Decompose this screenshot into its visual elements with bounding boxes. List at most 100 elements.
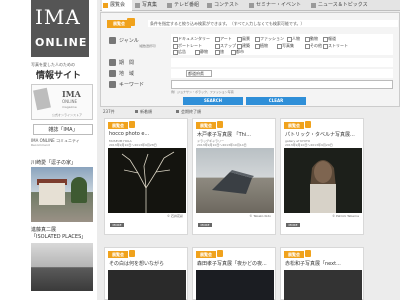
card-image[interactable]	[108, 148, 186, 213]
card-badge: 展覧会	[108, 251, 128, 258]
nav-tab-seminars[interactable]: セミナー・イベント	[248, 0, 308, 11]
card-title[interactable]: 森田孝子写真展「夜かどの夜...	[197, 260, 273, 267]
card-date: 2013年9月10日〜2013年10月14日	[197, 143, 247, 147]
nav-tab-contests[interactable]: コンテスト	[206, 0, 246, 11]
top-nav: 展覧会 写真集 テレビ番組 コンテスト セミナー・イベント ニュース＆トピックス	[100, 0, 400, 11]
card-badge: 展覧会	[196, 251, 216, 258]
magazine-link-button[interactable]: 雑誌「IMA」	[33, 124, 93, 135]
genre-checkbox[interactable]: 人物	[287, 36, 300, 42]
card-badge: 展覧会	[196, 122, 216, 129]
card-more-button[interactable]: MORE	[110, 223, 124, 227]
magazine-caption: 公式オンラインストア	[52, 113, 82, 117]
card-title[interactable]: その白は何を想いながら	[109, 260, 185, 267]
genre-checkbox[interactable]: アート	[215, 36, 232, 42]
exhibition-icon	[129, 121, 135, 128]
card-date: 2013年9月10日〜2013年9月28日	[109, 143, 157, 147]
keyword-icon	[109, 81, 116, 88]
card-date: 2013年9月10日〜2013年9月29日	[285, 143, 333, 147]
genre-checkbox[interactable]: 植物	[255, 43, 268, 49]
keyword-note: 例）ジョナサン・ポラック、ファッション写真	[171, 90, 234, 94]
exhibition-icon	[217, 121, 223, 128]
genre-label: ジャンル	[119, 38, 139, 44]
genre-checkbox[interactable]: 広告	[173, 49, 186, 55]
genre-checkbox[interactable]: 写真集	[277, 43, 294, 49]
nav-square-icon	[167, 3, 172, 8]
genre-checkbox[interactable]: その他	[305, 43, 322, 49]
genre-checkbox[interactable]: 動物	[305, 36, 318, 42]
genre-checkbox-group: ドキュメンタリー アート 風景 ファッション 人物 動物 報道 ポートレート ス…	[171, 34, 393, 55]
genre-checkbox[interactable]: 静物	[195, 49, 208, 55]
exhibition-card[interactable]: 展覧会 木戸孝子写真展 「Thi... ドラッグギャラリー 2013年9月10日…	[192, 118, 276, 235]
card-title[interactable]: パトリック・タベルナ写真展...	[285, 131, 361, 138]
magazine-title: IMA	[62, 89, 81, 99]
card-more-button[interactable]: MORE	[286, 223, 300, 227]
region-field: 都道府県	[171, 69, 393, 78]
search-button[interactable]: SEARCH	[183, 97, 243, 105]
recommend-item-image[interactable]	[31, 167, 93, 222]
card-more-button[interactable]: MORE	[198, 223, 212, 227]
logo-text-bottom: ONLINE	[35, 36, 88, 49]
nav-tab-exhibitions[interactable]: 展覧会	[102, 0, 132, 11]
card-title[interactable]: 木戸孝子写真展 「Thi...	[197, 131, 273, 138]
card-image[interactable]	[284, 270, 362, 300]
genre-checkbox[interactable]: 旅	[215, 49, 224, 55]
magazine-cover-image	[33, 87, 51, 111]
clear-button[interactable]: CLEAR	[246, 97, 306, 105]
nav-tab-photobooks[interactable]: 写真集	[134, 0, 164, 11]
genre-checkbox[interactable]: 風景	[237, 36, 250, 42]
recommend-item-title[interactable]: 川崎愛「逗子の家」	[31, 159, 76, 166]
card-credit: © Takako Kido	[249, 214, 271, 218]
period-input[interactable]	[171, 58, 393, 67]
search-panel: 展覧会 条件を指定すると絞り込み検索ができます。（すべて入力しなくても検索可能で…	[100, 12, 400, 107]
magazine-banner[interactable]: IMA ONLINE magazine 公式オンラインストア	[31, 84, 93, 120]
period-label: 期 間	[119, 60, 135, 66]
magazine-sub: ONLINE	[62, 99, 78, 104]
card-badge: 展覧会	[284, 122, 304, 129]
nav-tab-news[interactable]: ニュース＆トピックス	[310, 0, 398, 11]
card-credit: © 石井花彩	[167, 214, 183, 218]
exhibition-card[interactable]: 展覧会 赤松和子写真展「next...	[280, 247, 364, 300]
card-title[interactable]: 赤松和子写真展「next...	[285, 260, 361, 267]
keyword-input[interactable]	[171, 80, 393, 89]
card-badge: 展覧会	[284, 251, 304, 258]
exhibition-card[interactable]: 展覧会 パトリック・タベルナ写真展... gallery ef KYOTO 20…	[280, 118, 364, 235]
card-image[interactable]	[108, 270, 186, 300]
nav-square-icon	[135, 3, 140, 8]
genre-sublabel: （複数選択可）	[137, 44, 159, 48]
site-logo[interactable]: IMA ONLINE	[31, 0, 89, 57]
nav-square-icon	[103, 3, 108, 8]
sort-ending-link[interactable]: 会期終了順	[176, 108, 201, 116]
exhibition-card[interactable]: 展覧会 hocco photo e... MUSEUM HOLA 2013年9月…	[104, 118, 188, 235]
nav-tab-tv[interactable]: テレビ番組	[166, 0, 204, 11]
calendar-icon	[109, 59, 116, 66]
recommend-item-title[interactable]: 進藤真二展	[31, 226, 56, 233]
genre-checkbox[interactable]: ファッション	[255, 36, 284, 42]
keyword-label: キーワード	[119, 82, 145, 88]
location-icon	[109, 70, 116, 77]
region-select[interactable]: 都道府県	[186, 70, 212, 77]
sort-newest-link[interactable]: 新着順	[135, 108, 152, 116]
exhibition-icon	[217, 250, 223, 257]
recommend-item-subtitle[interactable]: 「ISOLATED PLACES」	[31, 233, 86, 240]
genre-icon	[109, 37, 116, 44]
card-title[interactable]: hocco photo e...	[109, 131, 185, 137]
exhibition-card[interactable]: 展覧会 その白は何を想いながら	[104, 247, 188, 300]
genre-checkbox[interactable]: 報道	[323, 36, 336, 42]
magazine-note: magazine	[62, 105, 77, 109]
card-image[interactable]	[284, 148, 362, 213]
recommend-item-image[interactable]	[31, 243, 93, 291]
nav-square-icon	[311, 3, 316, 8]
card-image[interactable]	[196, 148, 274, 213]
genre-checkbox[interactable]: ストリート	[323, 43, 348, 49]
nav-square-icon	[249, 3, 254, 8]
recommend-label: Recommend	[31, 143, 50, 147]
logo-text-top: IMA	[35, 5, 81, 29]
exhibition-icon	[305, 121, 311, 128]
genre-checkbox[interactable]: ドキュメンタリー	[173, 36, 210, 42]
card-credit: © Patrick Taberna	[332, 214, 359, 218]
card-image[interactable]	[196, 270, 274, 300]
exhibition-icon	[305, 250, 311, 257]
nav-square-icon	[207, 3, 212, 8]
exhibition-card[interactable]: 展覧会 森田孝子写真展「夜かどの夜...	[192, 247, 276, 300]
genre-checkbox[interactable]: 都市	[231, 49, 244, 55]
